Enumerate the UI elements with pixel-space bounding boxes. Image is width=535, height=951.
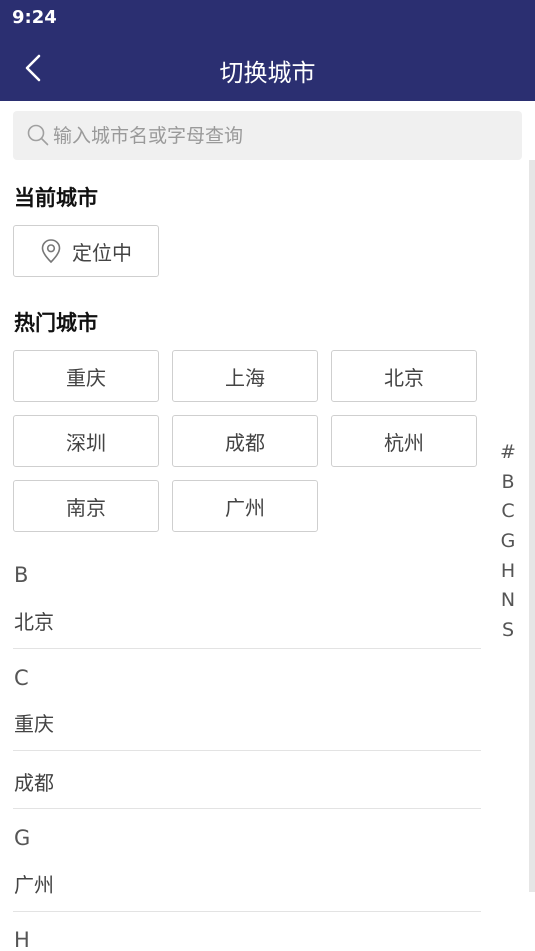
- section-letter-c: C: [14, 666, 29, 690]
- divider: [13, 750, 481, 751]
- city-list-item[interactable]: 北京: [14, 606, 54, 635]
- index-letter[interactable]: C: [494, 497, 522, 527]
- hot-city-button[interactable]: 广州: [172, 480, 318, 532]
- status-bar: 9:24: [0, 0, 535, 35]
- locating-button[interactable]: 定位中: [13, 225, 159, 277]
- hot-city-button[interactable]: 南京: [13, 480, 159, 532]
- page-title: 切换城市: [219, 59, 316, 87]
- city-list-item[interactable]: 成都: [14, 767, 54, 796]
- section-letter-h: H: [14, 928, 30, 951]
- hot-city-button[interactable]: 重庆: [13, 350, 159, 402]
- search-icon: [27, 124, 49, 146]
- hot-city-button[interactable]: 北京: [331, 350, 477, 402]
- index-letter[interactable]: H: [494, 557, 522, 587]
- status-time: 9:24: [12, 7, 57, 28]
- city-list-item[interactable]: 重庆: [14, 708, 54, 737]
- index-letter[interactable]: B: [494, 468, 522, 498]
- hot-city-button[interactable]: 成都: [172, 415, 318, 467]
- alphabet-index: # B C G H N S: [494, 438, 522, 646]
- hot-city-button[interactable]: 上海: [172, 350, 318, 402]
- index-letter[interactable]: G: [494, 527, 522, 557]
- section-letter-g: G: [14, 826, 31, 850]
- section-letter-b: B: [14, 563, 29, 587]
- city-list-item[interactable]: 广州: [14, 869, 54, 898]
- index-letter[interactable]: #: [494, 438, 522, 468]
- current-city-heading: 当前城市: [14, 186, 98, 210]
- hot-city-button[interactable]: 深圳: [13, 415, 159, 467]
- hot-city-button[interactable]: 杭州: [331, 415, 477, 467]
- divider: [13, 648, 481, 649]
- search-box[interactable]: [13, 111, 522, 160]
- index-letter[interactable]: S: [494, 616, 522, 646]
- hot-cities-heading: 热门城市: [14, 311, 98, 335]
- locating-label: 定位中: [72, 240, 132, 265]
- search-input[interactable]: [53, 111, 513, 160]
- nav-bar: 切换城市: [0, 35, 535, 101]
- location-pin-icon: [41, 239, 61, 264]
- scrollbar[interactable]: [529, 160, 535, 892]
- divider: [13, 808, 481, 809]
- divider: [13, 911, 481, 912]
- index-letter[interactable]: N: [494, 586, 522, 616]
